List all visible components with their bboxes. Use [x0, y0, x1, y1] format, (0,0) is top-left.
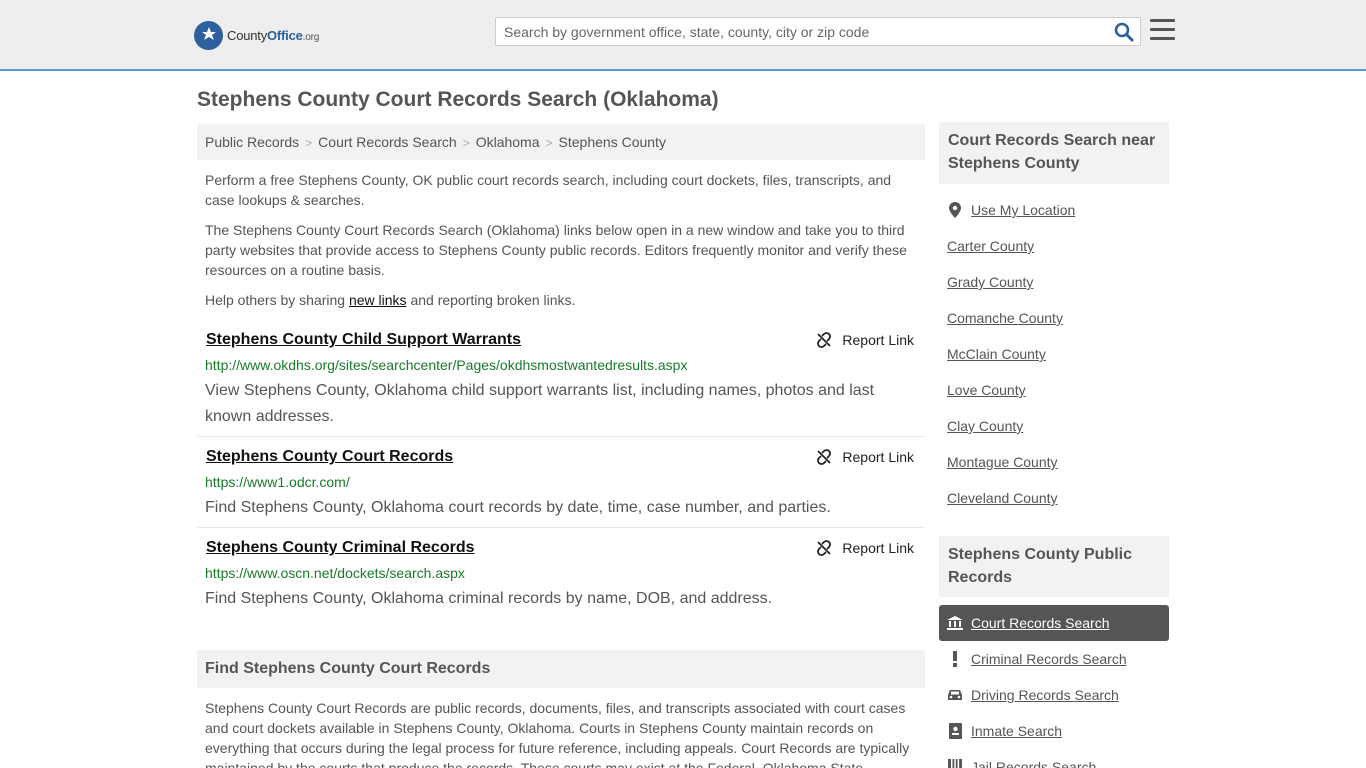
nearby-county-link[interactable]: Carter County	[947, 238, 1034, 254]
record-link-title[interactable]: Stephens County Court Records	[206, 448, 453, 466]
nearby-county-link[interactable]: Cleveland County	[947, 490, 1058, 506]
site-logo[interactable]: CountyOffice.org	[194, 20, 319, 50]
sidebar-item-driving-records-search[interactable]: Driving Records Search	[939, 677, 1169, 713]
hamburger-menu-icon[interactable]	[1150, 19, 1175, 41]
divider	[197, 527, 925, 528]
breadcrumb-oklahoma[interactable]: Oklahoma	[476, 134, 540, 150]
use-my-location-link[interactable]: Use My Location	[939, 192, 1169, 228]
broken-link-icon	[817, 540, 832, 556]
public-records-heading: Stephens County Public Records	[939, 536, 1169, 597]
report-link-button[interactable]: Report Link	[816, 540, 914, 556]
find-records-heading: Find Stephens County Court Records	[197, 650, 925, 688]
record-link-description: Find Stephens County, Oklahoma criminal …	[205, 590, 773, 607]
record-link-title[interactable]: Stephens County Child Support Warrants	[206, 331, 521, 349]
breadcrumb-public-records[interactable]: Public Records	[205, 134, 299, 150]
nearby-county-link[interactable]: Grady County	[947, 274, 1033, 290]
sidebar-item-criminal-records-search[interactable]: Criminal Records Search	[939, 641, 1169, 677]
intro-paragraph-2: The Stephens County Court Records Search…	[205, 222, 907, 278]
map-marker-icon	[947, 202, 963, 218]
logo-wordmark: CountyOffice.org	[227, 27, 320, 43]
page-title: Stephens County Court Records Search (Ok…	[197, 88, 719, 111]
exclamation-icon	[947, 651, 963, 667]
nearby-county-link[interactable]: McClain County	[947, 346, 1046, 362]
nearby-heading: Court Records Search near Stephens Count…	[939, 122, 1169, 184]
broken-link-icon	[817, 332, 832, 348]
sidebar-item-inmate-search[interactable]: Inmate Search	[939, 713, 1169, 749]
report-link-button[interactable]: Report Link	[816, 449, 914, 465]
nearby-county-link[interactable]: Clay County	[947, 418, 1023, 434]
record-link-url: https://www1.odcr.com/	[205, 474, 350, 490]
record-link-title[interactable]: Stephens County Criminal Records	[206, 539, 475, 557]
id-card-icon	[947, 723, 963, 739]
courthouse-icon	[947, 615, 963, 631]
record-link-description: View Stephens County, Oklahoma child sup…	[205, 382, 875, 425]
breadcrumb-separator-icon: >	[545, 136, 553, 150]
record-link-entry: Stephens County Child Support Warrants R…	[197, 331, 925, 431]
jail-icon	[947, 759, 963, 768]
nearby-county-link[interactable]: Comanche County	[947, 310, 1063, 326]
record-link-entry: Stephens County Criminal Records Report …	[197, 539, 925, 614]
nearby-county-link[interactable]: Montague County	[947, 454, 1058, 470]
county-office-logo-icon	[194, 20, 223, 50]
divider	[197, 436, 925, 437]
intro-paragraph-3: Help others by sharing new links and rep…	[205, 292, 576, 308]
search-input[interactable]	[496, 18, 1106, 45]
broken-link-icon	[817, 449, 832, 465]
record-link-description: Find Stephens County, Oklahoma court rec…	[205, 499, 831, 516]
sidebar-item-court-records-search[interactable]: Court Records Search	[939, 605, 1169, 641]
breadcrumb-stephens-county[interactable]: Stephens County	[559, 134, 666, 150]
site-search	[495, 17, 1141, 46]
car-icon	[947, 687, 963, 703]
record-link-url: http://www.okdhs.org/sites/searchcenter/…	[205, 357, 688, 373]
find-records-body: Stephens County Court Records are public…	[205, 700, 910, 768]
breadcrumb-separator-icon: >	[462, 136, 470, 150]
site-header: CountyOffice.org	[0, 0, 1366, 71]
search-icon[interactable]	[1114, 22, 1134, 42]
report-link-button[interactable]: Report Link	[816, 332, 914, 348]
new-links-link[interactable]: new links	[349, 292, 407, 308]
sidebar-item-jail-records-search[interactable]: Jail Records Search	[939, 749, 1169, 768]
breadcrumb: Public Records > Court Records Search > Okla…	[197, 124, 925, 160]
record-link-url: https://www.oscn.net/dockets/search.aspx	[205, 565, 465, 581]
breadcrumb-separator-icon: >	[305, 136, 313, 150]
nearby-county-link[interactable]: Love County	[947, 382, 1026, 398]
breadcrumb-court-records-search[interactable]: Court Records Search	[318, 134, 457, 150]
record-link-entry: Stephens County Court Records Report Lin…	[197, 448, 925, 523]
intro-paragraph-1: Perform a free Stephens County, OK publi…	[205, 172, 892, 208]
